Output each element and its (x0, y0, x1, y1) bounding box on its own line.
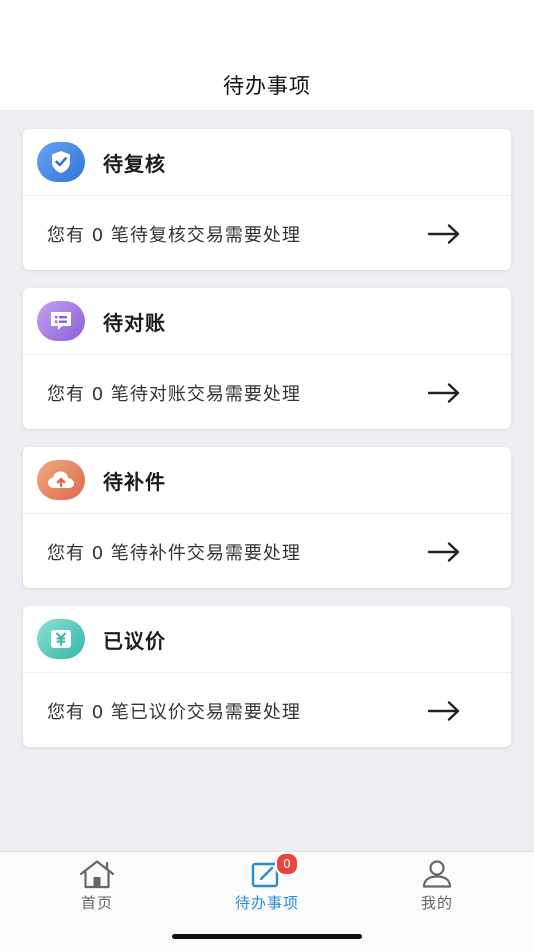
card-body[interactable]: 您有 0 笔待补件交易需要处理 (23, 514, 511, 589)
card-message: 您有 0 笔已议价交易需要处理 (47, 701, 301, 723)
card-title: 待对账 (103, 310, 166, 335)
card-message: 您有 0 笔待复核交易需要处理 (47, 224, 301, 246)
todo-card-review[interactable]: 待复核 您有 0 笔待复核交易需要处理 (23, 129, 511, 270)
card-header: 待补件 (23, 447, 511, 514)
card-body[interactable]: 您有 0 笔待对账交易需要处理 (23, 355, 511, 430)
status-bar (0, 0, 534, 60)
card-title: 待复核 (103, 151, 166, 176)
card-title: 待补件 (103, 469, 166, 494)
card-header: 已议价 (23, 606, 511, 673)
card-body[interactable]: 您有 0 笔已议价交易需要处理 (23, 673, 511, 748)
tab-label: 首页 (80, 894, 113, 912)
todo-card-supplement[interactable]: 待补件 您有 0 笔待补件交易需要处理 (23, 447, 511, 588)
home-indicator (172, 934, 362, 939)
todo-card-reconcile[interactable]: 待对账 您有 0 笔待对账交易需要处理 (23, 288, 511, 429)
user-icon (417, 858, 457, 890)
tab-todo[interactable]: 0 待办事项 (207, 852, 327, 918)
card-message: 您有 0 笔待对账交易需要处理 (47, 383, 301, 405)
home-icon (77, 858, 117, 890)
arrow-right-icon[interactable] (427, 223, 461, 245)
card-message: 您有 0 笔待补件交易需要处理 (47, 542, 301, 564)
card-title: 已议价 (103, 628, 166, 653)
tab-label: 我的 (420, 894, 453, 912)
arrow-right-icon[interactable] (427, 700, 461, 722)
arrow-right-icon[interactable] (427, 382, 461, 404)
tab-mine[interactable]: 我的 (377, 858, 497, 918)
card-body[interactable]: 您有 0 笔待复核交易需要处理 (23, 196, 511, 271)
arrow-right-icon[interactable] (427, 541, 461, 563)
page-title: 待办事项 (223, 74, 311, 98)
list-chat-icon (37, 301, 85, 341)
card-header: 待对账 (23, 288, 511, 355)
nav-bar: 待办事项 (0, 60, 534, 111)
card-header: 待复核 (23, 129, 511, 196)
notification-badge: 0 (275, 852, 299, 876)
todo-card-negotiated[interactable]: 已议价 您有 0 笔已议价交易需要处理 (23, 606, 511, 747)
tab-label: 待办事项 (234, 894, 299, 912)
shield-check-icon (37, 142, 85, 182)
tab-home[interactable]: 首页 (37, 858, 157, 918)
yuan-card-icon (37, 619, 85, 659)
todo-edit-icon: 0 (247, 852, 299, 890)
cloud-upload-icon (37, 460, 85, 500)
